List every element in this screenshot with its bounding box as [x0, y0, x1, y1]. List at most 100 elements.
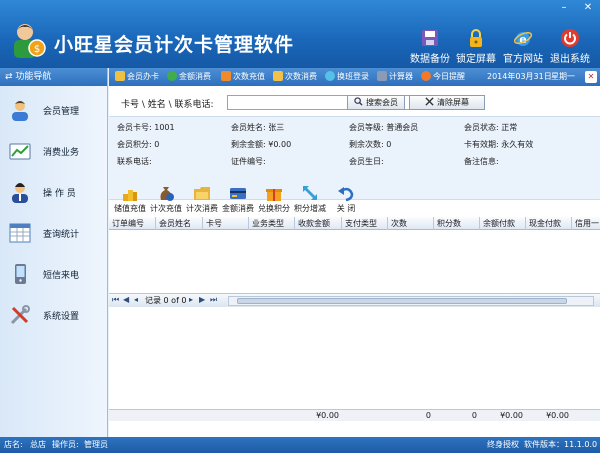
next-page-icon[interactable]: ▶: [199, 295, 205, 304]
backup-label: 数据备份: [410, 54, 450, 65]
clear-screen-button[interactable]: 清除屏幕: [409, 95, 485, 110]
birthday-field: 会员生日:: [349, 156, 384, 167]
search-member-button[interactable]: 搜索会员: [347, 95, 405, 110]
backup-button[interactable]: 数据备份: [406, 28, 454, 65]
next-record-icon[interactable]: ▸: [189, 295, 193, 304]
amount-consume-button[interactable]: 金额消费: [220, 182, 256, 216]
toolbar-label: 次数充值: [233, 72, 265, 81]
sidebar-item-statistics[interactable]: 查询统计: [0, 213, 108, 253]
calculator-icon: [377, 71, 387, 81]
minimize-button[interactable]: –: [558, 3, 570, 13]
column-header[interactable]: 信用一: [572, 217, 600, 230]
field-label: 联系电话:: [117, 157, 152, 166]
nav-arrows-icon: ⇄: [5, 72, 16, 82]
column-header[interactable]: 积分数: [434, 217, 480, 230]
sidebar-item-consumption[interactable]: 消费业务: [0, 131, 108, 171]
app-window: $ 小旺星会员计次卡管理软件 – ✕ 数据备份 锁定屏幕 e 官方网站 退出系统…: [0, 0, 600, 453]
field-label: 会员卡号:: [117, 123, 152, 132]
stored-value-recharge-button[interactable]: 储值充值: [112, 182, 148, 216]
sidebar-header: ⇄ 功能导航: [0, 68, 107, 86]
field-label: 会员姓名:: [231, 123, 266, 132]
operator-icon: [12, 183, 28, 203]
sidebar-item-label: 消费业务: [43, 148, 80, 158]
column-header[interactable]: 余额付款: [480, 217, 526, 230]
horizontal-scrollbar[interactable]: [228, 296, 594, 306]
close-window-button[interactable]: ✕: [582, 3, 594, 13]
column-header[interactable]: 会员姓名: [156, 217, 203, 230]
store-label: 店名:: [4, 440, 23, 449]
action-label: 金额消费: [222, 204, 254, 213]
website-button[interactable]: e 官方网站: [499, 28, 547, 65]
coin-stack-icon: [123, 190, 137, 201]
sidebar-item-operator[interactable]: 操 作 员: [0, 172, 108, 212]
undo-arrow-icon: [338, 187, 354, 202]
shift-login-icon: [325, 71, 335, 81]
prev-page-icon[interactable]: ◀: [123, 295, 129, 304]
last-page-icon[interactable]: ⏭: [210, 295, 217, 305]
toolbar-label: 次数消费: [285, 72, 317, 81]
column-header[interactable]: 收款金额: [295, 217, 342, 230]
exit-system-button[interactable]: 退出系统: [546, 28, 594, 65]
store-name: 总店: [30, 440, 46, 449]
action-label: 关 闭: [336, 204, 356, 213]
member-points-field: 会员积分: 0: [117, 139, 159, 150]
sidebar-item-label: 会员管理: [43, 107, 80, 117]
sidebar-item-member-management[interactable]: 会员管理: [0, 90, 108, 130]
toolbar-label: 计算器: [389, 72, 413, 81]
column-header[interactable]: 卡号: [203, 217, 249, 230]
action-label: 计次充值: [150, 204, 182, 213]
app-title: 小旺星会员计次卡管理软件: [54, 34, 295, 56]
sidebar-item-label: 系统设置: [43, 312, 80, 322]
member-name-field: 会员姓名: 张三: [231, 122, 284, 133]
scrollbar-thumb[interactable]: [237, 298, 567, 304]
license-text: 终身授权: [487, 440, 519, 449]
first-page-icon[interactable]: ⏮: [112, 295, 119, 305]
field-value: 张三: [268, 123, 285, 132]
padlock-icon: [470, 29, 482, 47]
field-value: 0: [154, 140, 160, 149]
toolbar-count-consume[interactable]: 次数消费: [273, 68, 317, 86]
toolbar-today-reminder[interactable]: 今日提醒: [421, 68, 465, 86]
exit-system-label: 退出系统: [550, 54, 590, 65]
column-header[interactable]: 现金付款: [526, 217, 572, 230]
close-panel-button[interactable]: 关 闭: [328, 182, 364, 216]
column-header[interactable]: 业务类型: [249, 217, 295, 230]
column-header[interactable]: 次数: [388, 217, 434, 230]
toolbar-calculator[interactable]: 计算器: [377, 68, 413, 86]
toolbar-count-recharge[interactable]: 次数充值: [221, 68, 265, 86]
toolbar-amount-consume[interactable]: 金额消费: [167, 68, 211, 86]
record-count: 记录 0 of 0: [145, 296, 187, 305]
count-consume-button[interactable]: 计次消费: [184, 182, 220, 216]
toolbar-open-card[interactable]: 会员办卡: [115, 68, 159, 86]
statistics-icon: [9, 223, 31, 243]
note-field: 备注信息:: [464, 156, 499, 167]
action-label: 兑换积分: [258, 204, 290, 213]
search-icon: [354, 97, 363, 106]
pager-bar: ⏮ ◀ ◂ 记录 0 of 0 ▸ ▶ ⏭: [109, 293, 600, 307]
coin-icon: [167, 71, 177, 81]
member-panel: 卡号 \ 姓名 \ 联系电话: 搜索会员 清除屏幕 会员卡号: 1001 会员姓…: [109, 86, 600, 437]
sidebar-item-system-settings[interactable]: 系统设置: [0, 295, 108, 335]
field-label: 会员生日:: [349, 157, 384, 166]
prev-record-icon[interactable]: ◂: [134, 295, 138, 304]
column-header[interactable]: 支付类型: [342, 217, 388, 230]
field-label: 会员积分:: [117, 140, 152, 149]
field-value: 永久有效: [501, 140, 534, 149]
field-label: 备注信息:: [464, 157, 499, 166]
clear-x-icon: [425, 97, 434, 106]
column-header[interactable]: 订单编号: [109, 217, 156, 230]
redeem-points-button[interactable]: 兑换积分: [256, 182, 292, 216]
balance-field: 剩余金额: ¥0.00: [231, 139, 291, 150]
lock-screen-button[interactable]: 锁定屏幕: [452, 28, 500, 65]
total-amount: ¥0.00: [316, 411, 339, 420]
count-recharge-button[interactable]: 计次充值: [148, 182, 184, 216]
phone-sms-icon: [15, 264, 26, 284]
toolbar-shift-login[interactable]: 换班登录: [325, 68, 369, 86]
field-value: ¥0.00: [268, 140, 292, 149]
adjust-points-button[interactable]: 积分增减: [292, 182, 328, 216]
toolbar-label: 今日提醒: [433, 72, 465, 81]
close-tab-button[interactable]: ✕: [585, 71, 597, 83]
sidebar-item-sms-call[interactable]: 短信来电: [0, 254, 108, 294]
website-label: 官方网站: [503, 54, 543, 65]
card-validity-field: 卡有效期: 永久有效: [464, 139, 533, 150]
